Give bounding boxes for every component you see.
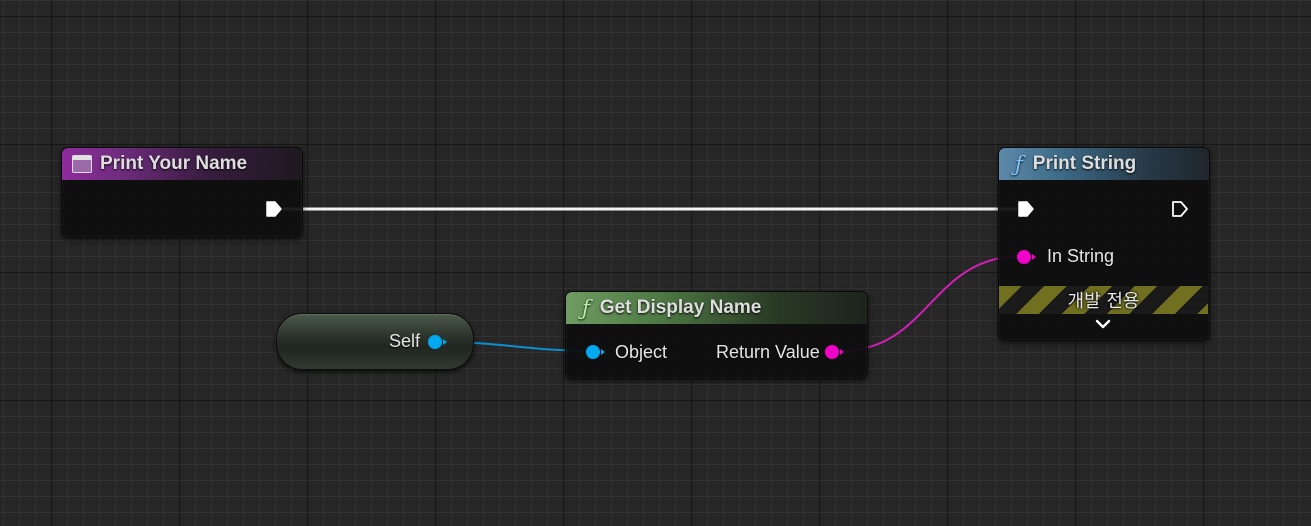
node-get-display-name[interactable]: ƒ Get Display Name Object Return Value [565, 291, 868, 379]
object-pin-label: Object [615, 342, 668, 362]
node-print-string[interactable]: ƒ Print String In String 개발 전용 [998, 147, 1210, 341]
function-icon: ƒ [582, 296, 590, 320]
in-string-pin-label: In String [1047, 246, 1115, 266]
exec-output-pin[interactable] [1171, 200, 1189, 218]
development-only-label: 개발 전용 [1067, 291, 1140, 312]
node-header: ƒ Print String [999, 148, 1209, 180]
function-icon: ƒ [1015, 152, 1023, 176]
node-header: Print Your Name [62, 148, 302, 180]
return-value-pin-label: Return Value [716, 342, 820, 362]
node-title: Print String [1032, 153, 1137, 174]
node-header: ƒ Get Display Name [566, 292, 867, 324]
object-output-pin[interactable] [427, 334, 449, 350]
return-value-output-pin[interactable] [824, 344, 846, 360]
in-string-input-pin[interactable] [1016, 249, 1038, 265]
exec-output-pin[interactable] [265, 200, 283, 218]
node-title: Print Your Name [100, 153, 248, 174]
blueprint-graph-canvas[interactable]: Print Your Name Self ƒ Get Display Name … [0, 0, 1311, 526]
node-self[interactable]: Self [276, 313, 474, 370]
custom-event-icon [72, 155, 92, 173]
development-only-banner: 개발 전용 [999, 286, 1208, 314]
node-print-your-name[interactable]: Print Your Name [61, 147, 303, 238]
node-title: Get Display Name [599, 297, 762, 318]
self-label: Self [389, 331, 421, 351]
object-input-pin[interactable] [585, 344, 607, 360]
chevron-down-icon[interactable] [1095, 316, 1111, 332]
exec-input-pin[interactable] [1017, 200, 1035, 218]
